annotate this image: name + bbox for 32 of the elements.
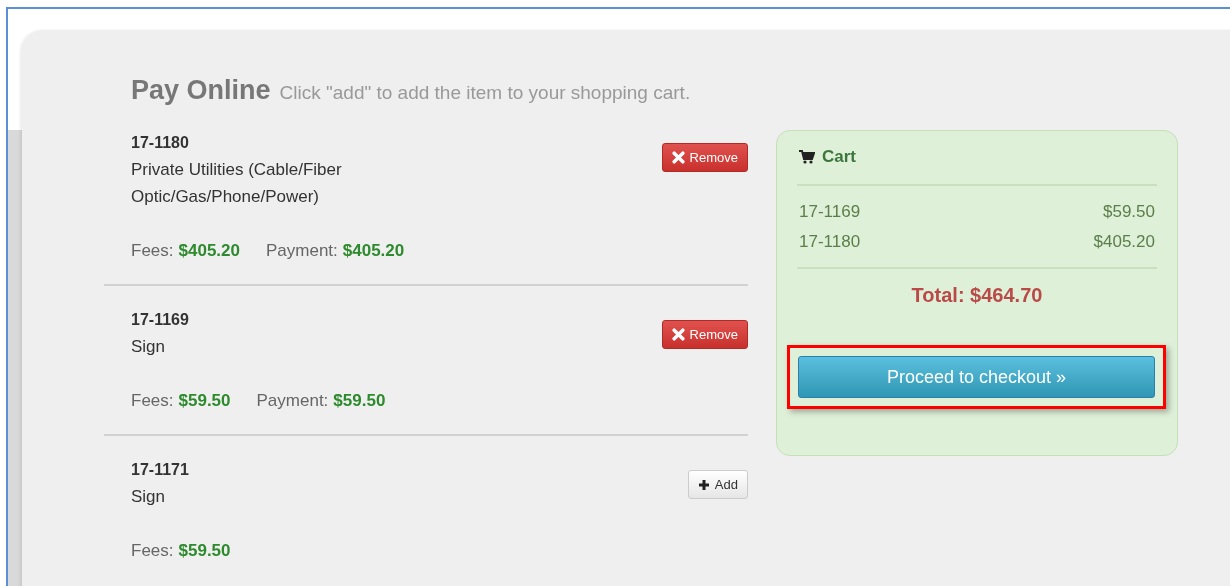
cart-item-amount: $59.50	[1103, 201, 1155, 223]
cart-item-amount: $405.20	[1093, 231, 1155, 253]
fees-amount: $59.50	[178, 391, 231, 410]
item-description: Sign	[131, 336, 167, 358]
close-icon	[671, 151, 685, 164]
fees-amount: $405.20	[178, 241, 240, 260]
payment-amount: $59.50	[333, 391, 386, 410]
add-button[interactable]: Add	[687, 470, 748, 499]
cart-icon	[799, 150, 815, 164]
item-description: Sign	[131, 486, 167, 508]
remove-button[interactable]: Remove	[661, 143, 748, 172]
cart-total: Total: $464.70	[910, 283, 1044, 307]
checkout-button[interactable]: Proceed to checkout »	[798, 356, 1155, 398]
cart-item-number: 17-1169	[799, 201, 861, 223]
remove-button[interactable]: Remove	[661, 320, 748, 349]
fees-label: Fees:	[131, 391, 174, 410]
payment-label: Payment:	[256, 391, 329, 410]
fees-amount: $59.50	[178, 541, 231, 560]
payment-amount: $405.20	[342, 241, 405, 260]
item-number: 17-1171	[131, 460, 190, 480]
close-icon	[671, 328, 685, 341]
item-description: Private Utilities (Cable/Fiber Optic/Gas/Phone/Power)	[131, 159, 343, 208]
page-subtitle: Click "add" to add the item to your shopping cart.	[279, 82, 691, 104]
plus-icon	[697, 478, 710, 491]
fees-label: Fees:	[131, 241, 174, 260]
cart-item-number: 17-1180	[799, 231, 861, 253]
item-number: 17-1180	[131, 133, 190, 153]
page-title: Pay Online	[131, 75, 271, 106]
payment-label: Payment:	[266, 241, 338, 260]
fees-label: Fees:	[131, 541, 174, 560]
cart-title: Cart	[822, 147, 856, 167]
item-number: 17-1169	[131, 310, 190, 330]
